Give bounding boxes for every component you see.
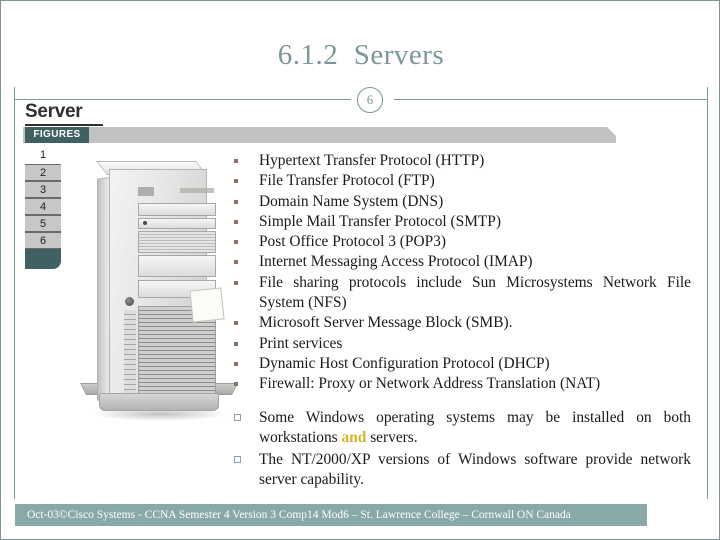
- list-item: Internet Messaging Access Protocol (IMAP…: [233, 252, 691, 272]
- drive-led-icon: [143, 221, 147, 225]
- left-rail: [14, 87, 15, 499]
- figure-number-3[interactable]: 3: [25, 181, 61, 198]
- drive-bay-2: [138, 218, 216, 229]
- list-item: Dynamic Host Configuration Protocol (DHC…: [233, 354, 691, 374]
- figures-wordmark: Server: [25, 101, 83, 122]
- list-item: File Transfer Protocol (FTP): [233, 171, 691, 191]
- drive-bay-1: [138, 203, 216, 216]
- figure-number-6[interactable]: 6: [25, 232, 61, 249]
- list-item: Post Office Protocol 3 (POP3): [233, 232, 691, 252]
- server-tower-image: [80, 161, 238, 421]
- server-logo-icon: [138, 187, 154, 196]
- page-title: 6.1.2 Servers: [277, 39, 445, 71]
- header-gray-band: [23, 127, 616, 143]
- list-item: Hypertext Transfer Protocol (HTTP): [233, 151, 691, 171]
- figures-tab[interactable]: FIGURES: [25, 127, 89, 143]
- power-button-icon: [125, 297, 134, 306]
- note1-text-part1: Some Windows operating systems may be in…: [259, 408, 691, 446]
- figure-list-end-tab: [25, 249, 61, 269]
- slide-canvas: 6.1.2 Servers 6 Server FIGURES 1 2 3 4 5…: [0, 0, 720, 540]
- figure-number-list: 1 2 3 4 5 6: [25, 147, 61, 269]
- list-item: Print services: [233, 334, 691, 354]
- server-vents-left: [124, 310, 136, 400]
- divider-rule-left: [14, 99, 351, 100]
- server-pedestal: [99, 393, 219, 411]
- list-item-note-2: The NT/2000/XP versions of Windows softw…: [233, 450, 691, 491]
- notes-bullet-list: Some Windows operating systems may be in…: [233, 408, 691, 491]
- list-item: Microsoft Server Message Block (SMB).: [233, 313, 691, 333]
- server-note-tag: [189, 287, 225, 323]
- figure-number-4[interactable]: 4: [25, 198, 61, 215]
- note1-highlight-word: and: [341, 428, 367, 446]
- figure-number-5[interactable]: 5: [25, 215, 61, 232]
- list-item: Firewall: Proxy or Network Address Trans…: [233, 374, 691, 394]
- note1-text-part2: servers.: [366, 428, 418, 446]
- content-body: Hypertext Transfer Protocol (HTTP) File …: [233, 151, 691, 493]
- server-model-label: [180, 188, 214, 193]
- list-item: File sharing protocols include Sun Micro…: [233, 273, 691, 314]
- list-item: Simple Mail Transfer Protocol (SMTP): [233, 212, 691, 232]
- divider-rule-right: [394, 99, 708, 100]
- slide-number-divider: 6: [14, 87, 708, 113]
- list-item-note-1: Some Windows operating systems may be in…: [233, 408, 691, 449]
- slide-number-badge: 6: [357, 87, 383, 113]
- footer-bar: Oct-03©Cisco Systems - CCNA Semester 4 V…: [15, 504, 647, 526]
- drive-bay-3: [138, 231, 216, 253]
- figure-number-2[interactable]: 2: [25, 164, 61, 181]
- drive-bay-4: [138, 255, 216, 277]
- protocol-bullet-list: Hypertext Transfer Protocol (HTTP) File …: [233, 151, 691, 395]
- server-front-panel: [109, 169, 216, 402]
- list-item: Domain Name System (DNS): [233, 192, 691, 212]
- figure-number-1[interactable]: 1: [25, 147, 61, 164]
- figures-underline: [25, 124, 103, 126]
- right-rail: [707, 87, 708, 499]
- footer-text: Oct-03©Cisco Systems - CCNA Semester 4 V…: [27, 509, 571, 521]
